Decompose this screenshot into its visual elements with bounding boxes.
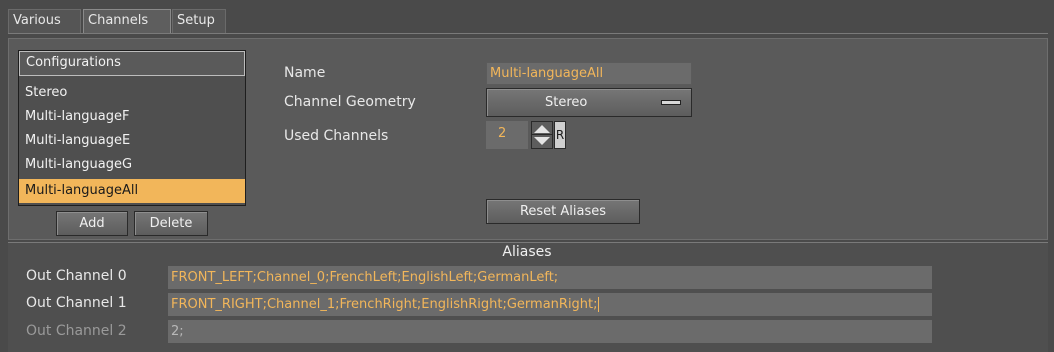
channel-geometry-dropdown[interactable]: Stereo: [486, 88, 692, 117]
name-label: Name: [284, 65, 326, 81]
text-caret: [597, 297, 599, 312]
out-channel-2-field[interactable]: 2;: [168, 320, 932, 343]
reset-aliases-button[interactable]: Reset Aliases: [486, 199, 640, 224]
out-channel-1-value: FRONT_RIGHT;Channel_1;FrenchRight;Englis…: [171, 297, 598, 312]
channel-geometry-label: Channel Geometry: [284, 94, 416, 110]
configurations-list[interactable]: Configurations Stereo Multi-languageF Mu…: [18, 50, 246, 206]
list-item-multi-languagee[interactable]: Multi-languageE: [19, 129, 245, 153]
list-item-multi-languageall[interactable]: Multi-languageAll: [19, 179, 245, 203]
channel-geometry-value: Stereo: [545, 95, 588, 110]
out-channel-0-field[interactable]: FRONT_LEFT;Channel_0;FrenchLeft;EnglishL…: [168, 266, 932, 289]
used-channels-reset-button[interactable]: R: [554, 121, 566, 149]
list-item-stereo[interactable]: Stereo: [19, 81, 245, 105]
dropdown-handle-icon: [661, 100, 681, 105]
tab-various[interactable]: Various: [8, 9, 81, 33]
spinner-divider: [532, 134, 552, 135]
configurations-list-header: Configurations: [19, 51, 245, 76]
used-channels-field[interactable]: 2: [486, 121, 528, 149]
out-channel-1-field[interactable]: FRONT_RIGHT;Channel_1;FrenchRight;Englis…: [168, 293, 932, 316]
list-item-multi-languagef[interactable]: Multi-languageF: [19, 105, 245, 129]
spinner-up-icon[interactable]: [534, 125, 550, 133]
tab-divider: [8, 33, 1048, 34]
out-channel-2-label: Out Channel 2: [26, 323, 127, 339]
tab-channels[interactable]: Channels: [83, 9, 171, 33]
spinner-down-icon[interactable]: [534, 137, 550, 145]
list-item-multi-languageg[interactable]: Multi-languageG: [19, 153, 245, 177]
tab-setup[interactable]: Setup: [172, 9, 226, 33]
out-channel-0-label: Out Channel 0: [26, 268, 127, 284]
used-channels-spinner[interactable]: [531, 121, 553, 149]
add-button[interactable]: Add: [56, 211, 128, 236]
used-channels-label: Used Channels: [284, 128, 389, 144]
out-channel-1-label: Out Channel 1: [26, 295, 127, 311]
aliases-heading: Aliases: [502, 244, 552, 260]
delete-button[interactable]: Delete: [134, 211, 208, 236]
name-field[interactable]: Multi-languageAll: [486, 62, 692, 85]
